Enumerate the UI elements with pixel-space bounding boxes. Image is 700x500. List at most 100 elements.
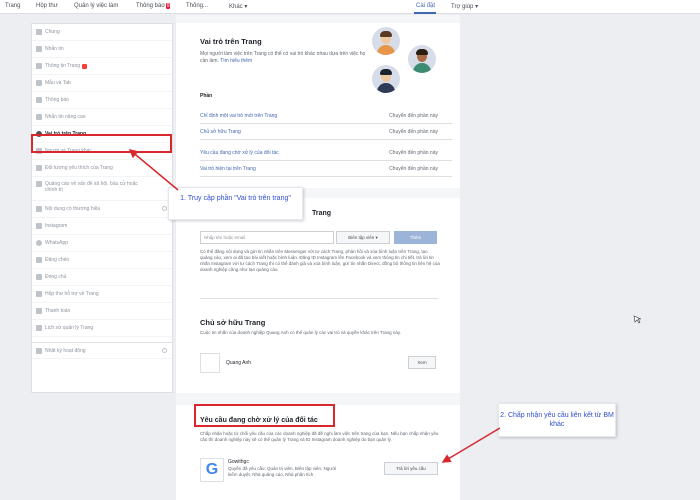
topnav-inbox[interactable]: Hộp thư <box>36 3 58 9</box>
go-to-section-link[interactable]: Chuyển đến phần này <box>389 113 438 119</box>
list-icon <box>36 347 42 354</box>
section-row-label: Vai trò hiện tại trên Trang <box>200 166 256 172</box>
grid-icon <box>36 80 42 86</box>
page-owner-description: Cuộc tin nhắn của doanh nghiệp Quang Anh… <box>200 330 402 335</box>
sidebar-item-whatsapp[interactable]: WhatsApp <box>32 235 172 252</box>
page-top-bar: Trang Hộp thư Quản lý việc làm Thông báo… <box>0 0 700 14</box>
chevron-down-icon: ▾ <box>475 4 479 10</box>
sidebar-item-messaging[interactable]: Nhắn tin <box>32 41 172 58</box>
chevron-down-icon: ▾ <box>375 235 378 240</box>
annotation-step-1: 1. Truy cập phần "Vai trò trên trang" <box>168 187 303 220</box>
learn-more-link[interactable]: Tìm hiểu thêm <box>220 58 252 64</box>
section-row[interactable]: Chỉ định một vai trò mới trên Trang Chuyể… <box>200 109 452 124</box>
sidebar-item-page-support[interactable]: Đóng chủ <box>32 269 172 286</box>
globe-icon <box>36 97 42 103</box>
topnav-notifications-label: Thông báo <box>136 3 165 9</box>
sidebar-item-label: Nội dung có thương hiệu <box>45 206 101 212</box>
add-icon <box>162 206 167 211</box>
section-row[interactable]: Chủ sở hữu Trang Chuyển đến phần này <box>200 125 452 140</box>
highlight-page-roles <box>31 134 172 153</box>
go-to-section-link[interactable]: Chuyển đến phần này <box>389 166 438 172</box>
topnav-jobs[interactable]: Quản lý việc làm <box>74 3 118 9</box>
section-row-label: Yêu cầu đang chờ xử lý của đối tác <box>200 150 279 156</box>
sidebar-item-preferred-audience[interactable]: Đối tượng yêu thích của Trang <box>32 160 172 177</box>
new-badge <box>82 63 88 69</box>
section-row[interactable]: Yêu cầu đang chờ xử lý của đối tác Chuyển… <box>200 146 452 161</box>
sidebar-item-label: Hộp thư hỗ trợ về Trang <box>45 291 99 297</box>
sidebar-item-label: Nhắn tin nâng cao <box>45 114 86 120</box>
go-to-section-link[interactable]: Chuyển đến phần này <box>389 150 438 156</box>
sidebar-item-templates-tabs[interactable]: Mẫu và Tab <box>32 75 172 92</box>
role-select[interactable]: Biên tập viên ▾ <box>336 231 390 244</box>
section-row[interactable]: Vai trò hiện tại trên Trang Chuyển đến ph… <box>200 162 452 177</box>
topnav-page[interactable]: Trang <box>5 3 20 9</box>
topnav-help[interactable]: Trợ giúp ▾ <box>451 3 478 10</box>
sidebar-item-label: Đối tượng yêu thích của Trang <box>45 165 113 171</box>
sidebar-item-label: Nhật ký hoạt động <box>45 347 86 354</box>
page-owner-title: Chủ sở hữu Trang <box>200 318 266 327</box>
pencil-icon <box>36 63 42 69</box>
sidebar-item-political-ads[interactable]: Quảng cáo về vấn đề xã hội, bầu cử hoặc … <box>32 177 172 201</box>
sidebar-item-advanced-messaging[interactable]: Nhắn tin nâng cao <box>32 109 172 126</box>
whatsapp-icon <box>36 240 42 246</box>
go-to-section-link[interactable]: Chuyển đến phần này <box>389 129 438 135</box>
add-role-button[interactable]: Thêm <box>394 231 437 244</box>
sidebar-item-general[interactable]: Chung <box>32 24 172 41</box>
mouse-cursor-icon <box>633 315 642 324</box>
sidebar-item-label: Lịch sử quản lý Trang <box>45 325 94 331</box>
pending-requests-description: Chấp nhận hoặc từ chối yêu cầu của các d… <box>200 431 439 442</box>
sidebar-item-label: Quảng cáo về vấn đề xã hội, bầu cử hoặc … <box>45 181 138 193</box>
chat-icon <box>36 46 42 52</box>
main-content: Vai trò trên Trang Mọi người làm việc tr… <box>176 23 460 500</box>
settings-sidebar: Chung Nhắn tin Thông tin Trang Mẫu và Ta… <box>31 23 173 393</box>
sidebar-item-notifications[interactable]: Thông báo <box>32 92 172 109</box>
sections-label: Phần <box>200 93 213 99</box>
topnav-settings[interactable]: Cài đặt <box>416 3 435 9</box>
content-top-spacer <box>176 15 460 23</box>
sidebar-item-label: Thông tin Trang <box>45 63 81 69</box>
sidebar-item-label: Nhắn tin <box>45 46 64 52</box>
roles-description: Mọi người làm việc trên Trang có thể có … <box>200 51 370 65</box>
handshake-icon <box>36 206 42 212</box>
topnav-notifications[interactable]: Thông báo 9 <box>136 3 171 9</box>
sidebar-item-instagram[interactable]: Instagram <box>32 218 172 235</box>
avatar <box>408 45 436 73</box>
section-row-label: Chỉ định một vai trò mới trên Trang <box>200 113 278 119</box>
topnav-more-label: Khác <box>229 4 243 10</box>
sidebar-item-label: Mẫu và Tab <box>45 80 71 86</box>
sidebar-item-management-history[interactable]: Lịch sử quản lý Trang <box>32 320 172 337</box>
gear-icon <box>36 29 42 35</box>
sidebar-item-branded-content[interactable]: Nội dung có thương hiệu <box>32 201 172 218</box>
annotation-step-2: 2. Chấp nhận yêu cầu liên kết từ BM khác <box>498 403 616 437</box>
roles-title: Vai trò trên Trang <box>200 37 262 46</box>
view-owner-button[interactable]: Xem <box>408 356 436 369</box>
sidebar-item-label: Đóng chủ <box>45 274 67 280</box>
audience-icon <box>36 165 42 171</box>
notification-count-badge: 9 <box>165 3 171 9</box>
role-select-label: Biên tập viên <box>348 235 375 240</box>
chevron-down-icon: ▾ <box>244 4 248 10</box>
sidebar-item-label: Chung <box>45 29 60 35</box>
assign-role-title-tail: Trang <box>312 210 332 217</box>
active-tab-indicator <box>414 12 436 14</box>
name-email-input[interactable]: Nhập tên hoặc email <box>200 231 334 244</box>
sidebar-item-label: Thông báo <box>45 97 69 103</box>
sidebar-item-label: WhatsApp <box>45 240 69 246</box>
sidebar-item-page-info[interactable]: Thông tin Trang <box>32 58 172 75</box>
avatar <box>372 65 400 93</box>
partner-name: Gowithgc <box>228 459 249 465</box>
highlight-pending-requests <box>194 404 335 427</box>
respond-request-button[interactable]: Trả lời yêu cầu <box>384 462 438 475</box>
topnav-more[interactable]: Khác ▾ <box>229 3 247 10</box>
inbox-icon <box>36 291 42 297</box>
topnav-more-tools[interactable]: Thông... <box>186 3 208 9</box>
owner-avatar <box>200 353 220 373</box>
avatar <box>372 27 400 55</box>
sidebar-item-support-inbox[interactable]: Hộp thư hỗ trợ về Trang <box>32 286 172 303</box>
instagram-icon <box>36 223 42 229</box>
sidebar-item-activity-log[interactable]: Nhật ký hoạt động <box>32 342 172 359</box>
partner-logo: G <box>200 458 224 482</box>
messenger-icon <box>36 114 42 120</box>
sidebar-item-crossposting[interactable]: Đăng chéo <box>32 252 172 269</box>
sidebar-item-payments[interactable]: Thanh toán <box>32 303 172 320</box>
